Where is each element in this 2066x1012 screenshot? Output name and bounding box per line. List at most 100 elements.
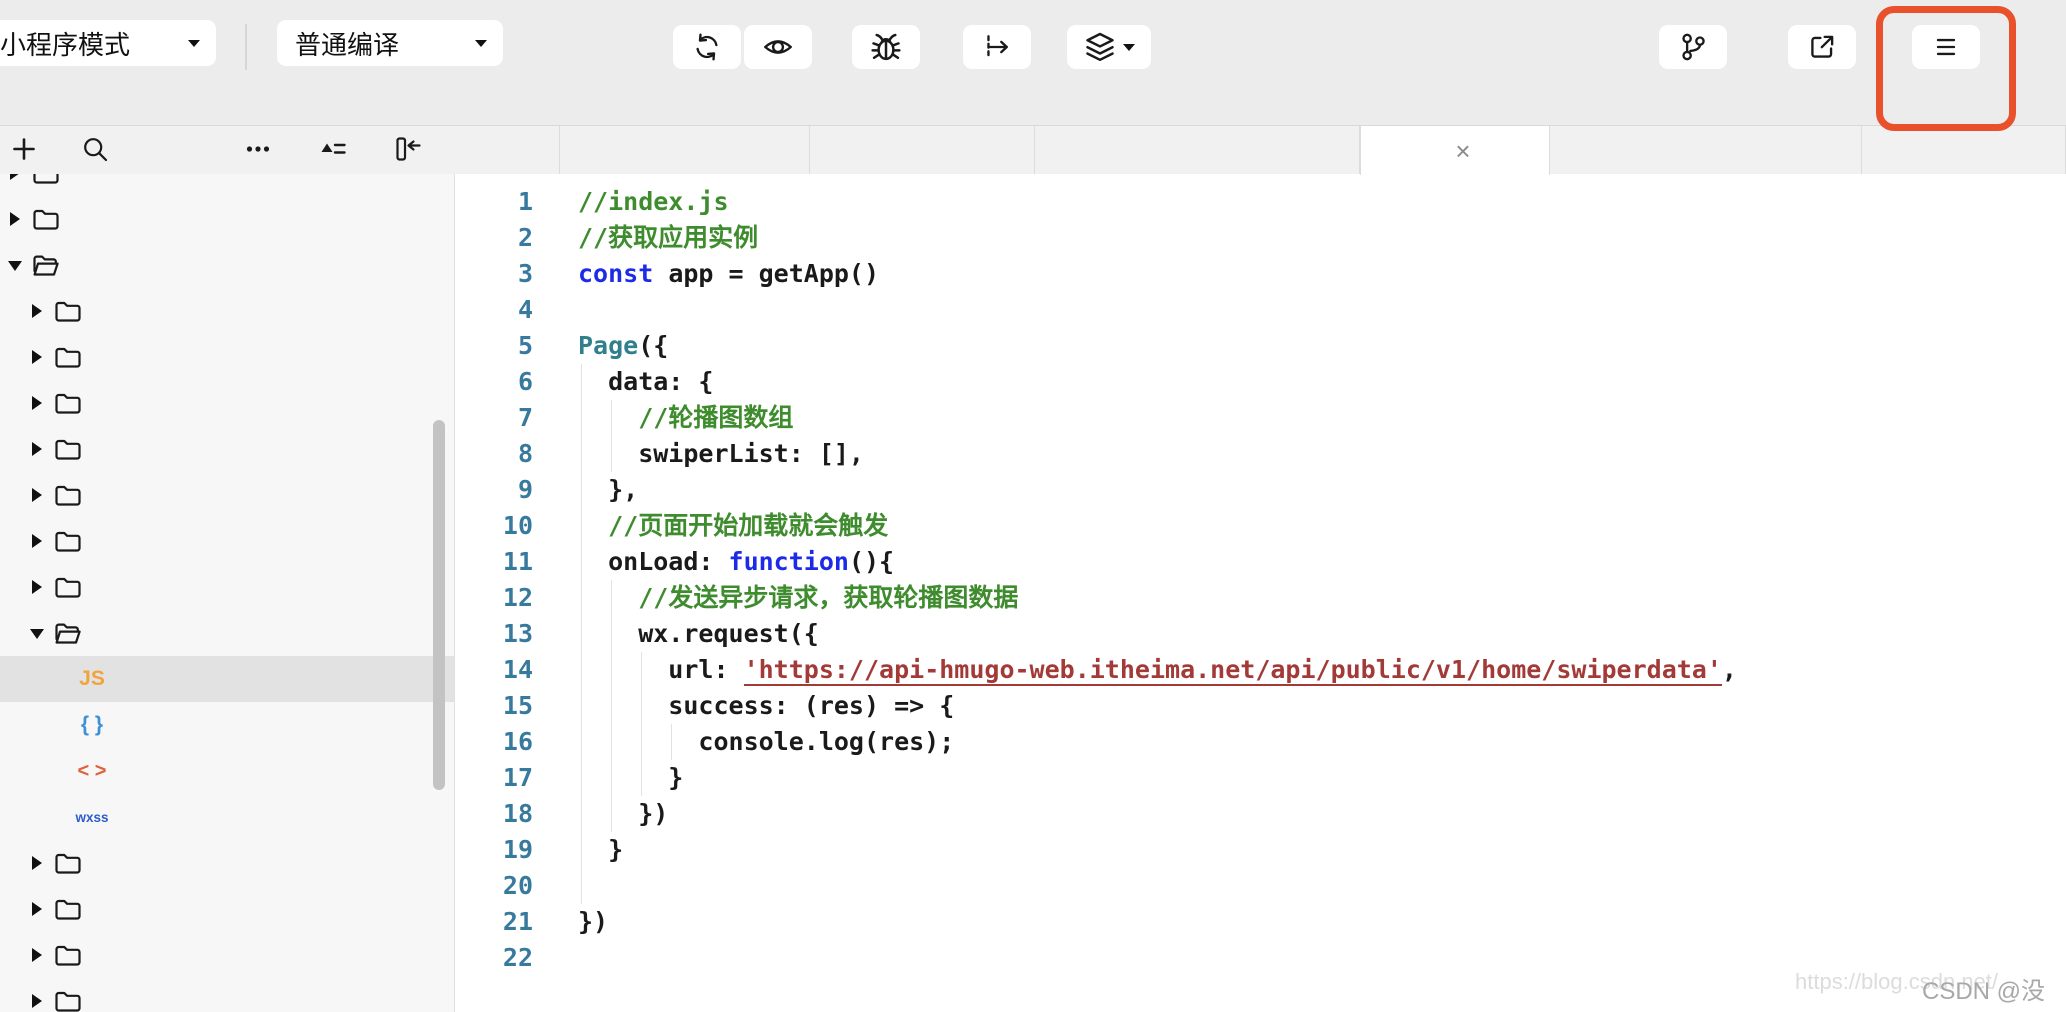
code-line-4[interactable]: 4 [455,292,2066,328]
tree-folder-lib[interactable] [0,196,455,242]
tree-file-index.wxss[interactable]: wxss [0,794,455,840]
tab-k.json[interactable] [455,126,560,174]
file-explorer: JS { } < >wxss [0,174,455,1012]
code-line-14[interactable]: 14 url: 'https://api-hmugo-web.itheima.n… [455,652,2066,688]
mode-select[interactable]: 小程序模式 [0,20,216,66]
tree-folder-auth[interactable] [0,288,455,334]
code-line-1[interactable]: 1//index.js [455,184,2066,220]
collapse-all-icon [318,134,348,169]
folder-icon [31,174,61,188]
chevron-right-icon[interactable] [30,902,44,916]
code-line-12[interactable]: 12 //发送异步请求，获取轮播图数据 [455,580,2066,616]
code-line-19[interactable]: 19 } [455,832,2066,868]
details-button[interactable] [1912,25,1980,69]
chevron-down-icon[interactable] [8,258,22,272]
chevron-right-icon[interactable] [30,488,44,502]
code-line-3[interactable]: 3const app = getApp() [455,256,2066,292]
compile-mode-select[interactable]: 普通编译 [277,20,503,66]
folder-icon [53,848,83,878]
search-button[interactable] [78,134,112,168]
more-button[interactable] [241,134,275,168]
indent-guide [581,616,582,652]
tree-folder-order[interactable] [0,886,455,932]
line-number: 16 [455,724,533,760]
tab-app.wxss[interactable] [1862,126,2066,174]
version-manage-button[interactable] [1659,25,1727,69]
code-line-10[interactable]: 10 //页面开始加载就会触发 [455,508,2066,544]
indent-guide [581,688,582,724]
indent-guide [581,436,582,472]
chevron-right-icon[interactable] [30,304,44,318]
indent-guide [581,832,582,868]
line-number: 10 [455,508,533,544]
folder-icon [53,388,83,418]
folder-icon [31,204,61,234]
indent-guide [581,796,582,832]
line-number: 15 [455,688,533,724]
indent-guide [581,580,582,616]
tree-folder-pay[interactable] [0,932,455,978]
code-line-11[interactable]: 11 onLoad: function(){ [455,544,2066,580]
chevron-right-icon[interactable] [30,396,44,410]
code-line-8[interactable]: 8 swiperList: [], [455,436,2066,472]
code-line-15[interactable]: 15 success: (res) => { [455,688,2066,724]
code-line-2[interactable]: 2//获取应用实例 [455,220,2066,256]
close-icon[interactable]: × [1455,138,1470,164]
code-line-21[interactable]: 21}) [455,904,2066,940]
code-line-16[interactable]: 16 console.log(res); [455,724,2066,760]
device-debug-button[interactable] [852,25,920,69]
chevron-right-icon[interactable] [30,994,44,1008]
json-file-icon: { } [77,713,107,737]
chevron-right-icon[interactable] [30,580,44,594]
tree-folder-icons[interactable] [0,174,455,196]
chevron-right-icon[interactable] [30,350,44,364]
tree-folder-goods_list[interactable] [0,564,455,610]
collapse-all-button[interactable] [316,134,350,168]
chevron-down-icon[interactable] [30,626,44,640]
tab-SearchInput.json[interactable] [1550,126,1862,174]
code-line-7[interactable]: 7 //轮播图数组 [455,400,2066,436]
test-account-button[interactable] [1788,25,1856,69]
tree-file-index.js[interactable]: JS [0,656,455,702]
more-dots-icon [243,134,273,169]
tree-folder-feedback[interactable] [0,472,455,518]
code-line-18[interactable]: 18 }) [455,796,2066,832]
code-line-20[interactable]: 20 [455,868,2066,904]
tab-index.wxss[interactable] [560,126,810,174]
code-line-5[interactable]: 5Page({ [455,328,2066,364]
file-tree: JS { } < >wxss [0,174,455,1012]
tree-folder-search[interactable] [0,978,455,1012]
code-line-6[interactable]: 6 data: { [455,364,2066,400]
tree-file-index.wxml[interactable]: < > [0,748,455,794]
chevron-right-icon[interactable] [8,174,22,180]
chevron-right-icon[interactable] [30,856,44,870]
chevron-right-icon[interactable] [30,442,44,456]
tab-index.wxml[interactable] [810,126,1035,174]
tab-SearchInput.wxml[interactable] [1035,126,1360,174]
clear-cache-button[interactable] [1067,25,1151,69]
tree-folder-cart[interactable] [0,334,455,380]
code-line-13[interactable]: 13 wx.request({ [455,616,2066,652]
tree-folder-collect[interactable] [0,426,455,472]
new-file-button[interactable] [7,134,41,168]
tree-folder-category[interactable] [0,380,455,426]
tree-folder-login[interactable] [0,840,455,886]
tree-folder-index[interactable] [0,610,455,656]
code-editor[interactable]: 1//index.js2//获取应用实例3const app = getApp(… [455,174,2066,1012]
editor-tabs: × [455,126,2066,174]
chevron-right-icon[interactable] [8,212,22,226]
code-line-9[interactable]: 9 }, [455,472,2066,508]
sidebar-scrollbar[interactable] [433,420,445,790]
chevron-right-icon[interactable] [30,534,44,548]
tab-index.js[interactable]: × [1360,126,1550,175]
background-button[interactable] [963,25,1031,69]
tree-folder-goods_detail[interactable] [0,518,455,564]
tree-folder-pages[interactable] [0,242,455,288]
line-number: 12 [455,580,533,616]
tree-file-index.json[interactable]: { } [0,702,455,748]
collapse-panel-button[interactable] [391,134,425,168]
code-line-17[interactable]: 17 } [455,760,2066,796]
chevron-right-icon[interactable] [30,948,44,962]
toolbar: 小程序模式 普通编译 [0,0,2066,126]
preview-button[interactable] [744,25,812,69]
